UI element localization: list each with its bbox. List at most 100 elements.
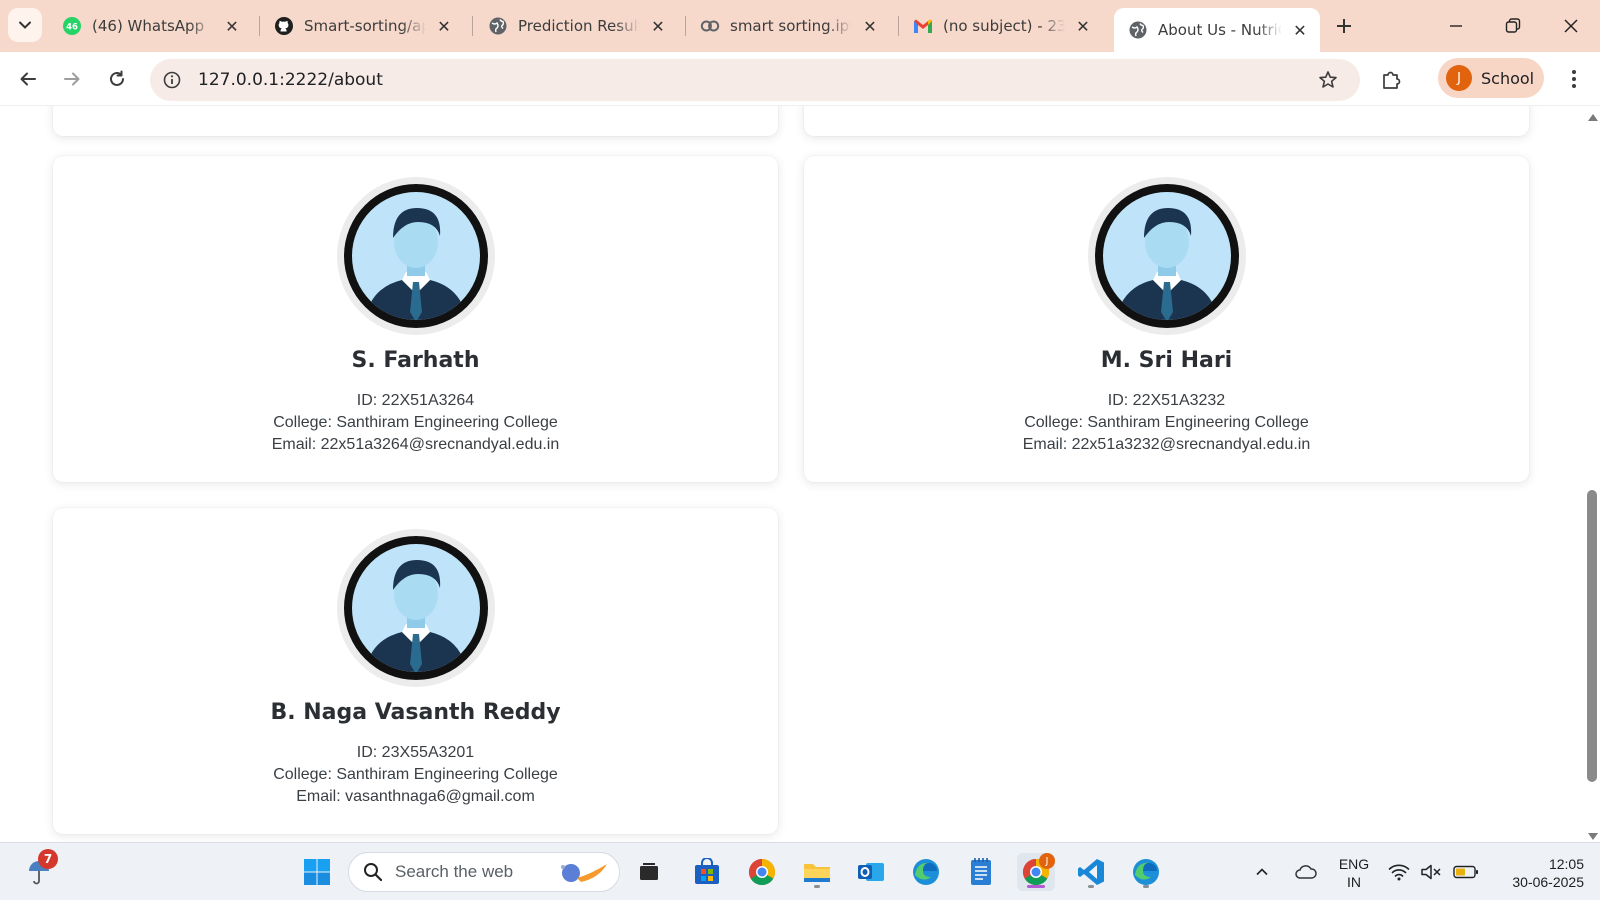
member-email: Email: vasanthnaga6@gmail.com xyxy=(296,788,535,805)
edge-icon xyxy=(1133,859,1159,885)
profile-button[interactable]: J School xyxy=(1438,58,1544,98)
weather-badge: 7 xyxy=(38,849,58,869)
outlook-button[interactable] xyxy=(852,853,890,891)
active-indicator xyxy=(1027,885,1045,888)
arrow-right-icon xyxy=(64,72,80,86)
network-button[interactable] xyxy=(1384,853,1414,891)
tab-colab[interactable]: smart sorting.ipynb ✕ xyxy=(686,8,890,44)
member-college: College: Santhiram Engineering College xyxy=(1024,414,1309,431)
file-explorer-button[interactable] xyxy=(798,853,836,891)
avatar: J xyxy=(1446,65,1472,91)
tab-search-button[interactable] xyxy=(8,8,42,42)
chrome-app-button[interactable] xyxy=(743,853,781,891)
edge-beta-button[interactable] xyxy=(1127,853,1165,891)
team-card: B. Naga Vasanth Reddy ID: 23X55A3201 Col… xyxy=(53,508,778,834)
globe-icon xyxy=(488,16,508,36)
region-label: IN xyxy=(1347,874,1361,890)
profile-avatar-icon xyxy=(336,529,495,687)
minimize-icon xyxy=(1450,25,1462,27)
close-icon[interactable]: ✕ xyxy=(648,16,668,36)
close-icon[interactable]: ✕ xyxy=(860,16,880,36)
chrome-profile-badge: J xyxy=(1039,853,1055,869)
clock[interactable]: 12:05 30-06-2025 xyxy=(1494,855,1584,891)
language-indicator[interactable]: ENG IN xyxy=(1334,855,1374,891)
minimize-button[interactable] xyxy=(1440,10,1472,42)
notepad-button[interactable] xyxy=(962,853,1000,891)
bookmark-star-icon[interactable] xyxy=(1316,68,1340,92)
colab-icon xyxy=(700,16,720,36)
restore-button[interactable] xyxy=(1497,10,1529,42)
vscode-icon xyxy=(1078,859,1104,885)
tab-title: (46) WhatsApp xyxy=(92,17,205,35)
github-icon xyxy=(274,16,294,36)
tab-divider xyxy=(472,16,473,36)
member-college: College: Santhiram Engineering College xyxy=(273,766,558,783)
close-icon[interactable]: ✕ xyxy=(434,16,454,36)
volume-muted-icon xyxy=(1421,864,1441,880)
task-view-button[interactable] xyxy=(630,853,668,891)
extensions-button[interactable] xyxy=(1378,65,1406,93)
time-label: 12:05 xyxy=(1548,856,1584,872)
taskbar-search[interactable]: Search the web xyxy=(348,852,620,892)
team-card: M. Sri Hari ID: 22X51A3232 College: Sant… xyxy=(804,156,1529,482)
search-icon xyxy=(364,863,383,882)
vscode-button[interactable] xyxy=(1072,853,1110,891)
close-icon xyxy=(1564,19,1578,33)
search-highlight-icon xyxy=(561,864,607,882)
close-icon[interactable]: ✕ xyxy=(1073,16,1093,36)
show-hidden-icons-button[interactable] xyxy=(1248,853,1276,891)
tab-title: Prediction Result - xyxy=(518,17,640,35)
scrollbar-thumb[interactable] xyxy=(1587,490,1597,782)
tab-strip: 46 (46) WhatsApp ✕ Smart-sorting/app ✕ P… xyxy=(0,0,1600,52)
new-tab-button[interactable] xyxy=(1330,12,1358,40)
start-button[interactable] xyxy=(298,853,336,891)
back-button[interactable] xyxy=(12,63,44,95)
page-scrollbar[interactable] xyxy=(1584,106,1600,842)
tab-about-us[interactable]: About Us - NutriG ✕ xyxy=(1114,8,1320,52)
tab-gmail[interactable]: (no subject) - 23x5 ✕ xyxy=(899,8,1103,44)
menu-button[interactable] xyxy=(1562,66,1586,92)
member-id: ID: 22X51A3264 xyxy=(356,392,475,409)
edge-button[interactable] xyxy=(907,853,945,891)
arrow-left-icon xyxy=(20,72,36,86)
restore-icon xyxy=(1505,18,1521,33)
battery-button[interactable] xyxy=(1450,853,1482,891)
running-indicator xyxy=(814,885,820,888)
battery-icon xyxy=(1453,865,1478,879)
close-window-button[interactable] xyxy=(1555,10,1587,42)
site-info-icon[interactable] xyxy=(160,68,184,92)
reload-icon xyxy=(110,70,124,86)
microsoft-store-button[interactable] xyxy=(688,853,726,891)
tab-title: About Us - NutriG xyxy=(1158,21,1282,39)
tab-whatsapp[interactable]: 46 (46) WhatsApp ✕ xyxy=(48,8,252,44)
team-card: S. Farhath ID: 22X51A3264 College: Santh… xyxy=(53,156,778,482)
store-icon xyxy=(695,858,719,884)
plus-icon xyxy=(1337,19,1351,33)
reload-button[interactable] xyxy=(101,63,133,95)
windows-icon xyxy=(304,859,330,885)
tab-prediction-result[interactable]: Prediction Result - ✕ xyxy=(474,8,678,44)
outlook-icon xyxy=(858,863,884,881)
scroll-up-arrow[interactable] xyxy=(1588,114,1598,121)
scroll-down-arrow[interactable] xyxy=(1588,833,1598,840)
tab-title: Smart-sorting/app xyxy=(304,17,426,35)
forward-button[interactable] xyxy=(56,63,88,95)
address-bar[interactable]: 127.0.0.1:2222/about xyxy=(150,59,1360,101)
globe-icon xyxy=(1128,20,1148,40)
chrome-icon xyxy=(748,858,776,886)
edge-icon xyxy=(913,859,939,885)
whatsapp-badge: 46 xyxy=(66,23,78,33)
close-icon[interactable]: ✕ xyxy=(222,16,242,36)
member-name: B. Naga Vasanth Reddy xyxy=(270,700,561,725)
gmail-icon xyxy=(913,16,933,36)
onedrive-button[interactable] xyxy=(1290,853,1322,891)
more-vert-icon xyxy=(1572,70,1576,88)
tab-title: (no subject) - 23x5 xyxy=(943,17,1065,35)
tab-github[interactable]: Smart-sorting/app ✕ xyxy=(260,8,464,44)
running-indicator xyxy=(1143,885,1149,888)
close-icon[interactable]: ✕ xyxy=(1290,20,1310,40)
chrome-profile-button[interactable]: J xyxy=(1017,853,1055,891)
url-text[interactable]: 127.0.0.1:2222/about xyxy=(198,70,383,90)
member-name: M. Sri Hari xyxy=(1100,348,1233,373)
volume-button[interactable] xyxy=(1416,853,1446,891)
